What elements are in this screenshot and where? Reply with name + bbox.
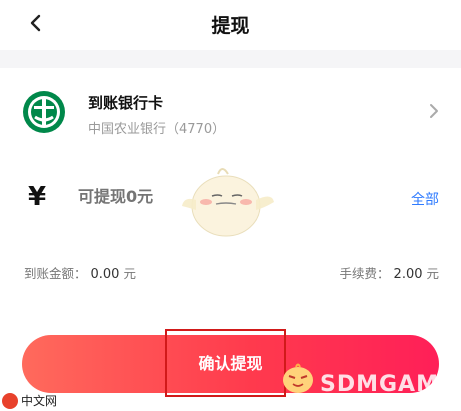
currency-symbol: ¥	[28, 182, 47, 212]
received-amount-label: 到账金额：	[24, 266, 87, 281]
received-amount-value: 0.00	[90, 267, 120, 282]
fee-summary-row: 到账金额： 0.00 元 手续费： 2.00 元	[0, 260, 461, 284]
service-fee-value: 2.00	[393, 267, 423, 282]
bank-card-name: 中国农业银行（4770）	[88, 122, 226, 137]
watermark-site-name: SDMGAME	[319, 372, 455, 397]
chick-mascot-icon	[182, 168, 274, 237]
annotation-highlight-box	[165, 329, 286, 397]
withdraw-all-button[interactable]: 全部	[411, 189, 439, 209]
watermark-left-text: 中文网	[21, 394, 58, 408]
received-amount: 到账金额： 0.00 元	[24, 263, 136, 282]
service-fee-unit: 元	[426, 266, 439, 281]
received-amount-unit: 元	[123, 266, 136, 281]
bank-card-title: 到账银行卡	[88, 94, 164, 112]
chevron-right-icon	[430, 104, 438, 118]
abc-bank-logo-icon	[23, 91, 65, 133]
header-bar: 提现	[0, 0, 461, 50]
service-fee: 手续费： 2.00 元	[340, 263, 439, 282]
page-title: 提现	[211, 15, 250, 37]
service-fee-label: 手续费：	[339, 266, 390, 281]
watermark-chick-icon	[283, 363, 313, 393]
watermark-left: 中文网	[2, 392, 57, 409]
section-divider	[0, 50, 461, 68]
bank-card-selector[interactable]: 到账银行卡 中国农业银行（4770）	[0, 68, 461, 156]
php-cn-logo-icon	[2, 392, 18, 409]
